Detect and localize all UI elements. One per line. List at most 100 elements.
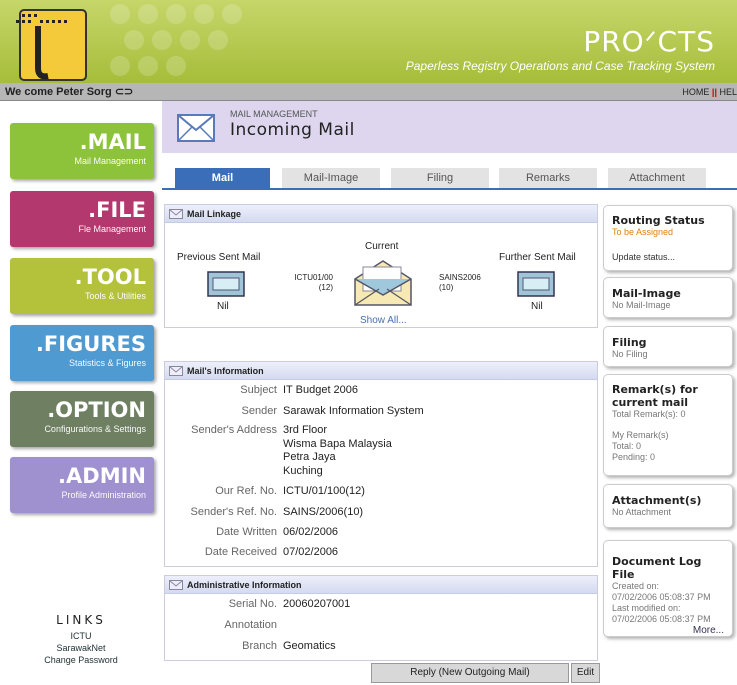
administrative-information-title: Administrative Information [187,580,302,590]
page-title-bar: MAIL MANAGEMENT Incoming Mail [162,101,737,153]
mail-information-title: Mail's Information [187,366,264,376]
date-received-value: 07/02/2006 [283,546,339,558]
tab-mail-image[interactable]: Mail-Image [282,168,380,188]
sender-address-value: 3rd Floor Wisma Bapa Malaysia Petra Jaya… [283,424,392,477]
document-log-title: Document Log File [612,555,702,581]
mail-linkage-header: Mail Linkage [165,205,597,223]
mail-information-panel: Mail's Information Subject IT Budget 200… [164,361,598,567]
welcome-bar: We come Peter Sorg ⊂⊃ HOME || HEL [0,83,737,101]
module-figures[interactable]: .FIGURES Statistics & Figures [10,325,154,381]
tab-mail[interactable]: Mail [175,168,270,188]
tab-underline [162,188,737,190]
module-file[interactable]: .FILE Fle Management [10,191,154,247]
attachments-sub: No Attachment [612,507,672,517]
attachments-box[interactable]: Attachment(s) No Attachment [603,484,733,528]
sender-ref-label: Sender's Ref. No. [190,506,277,518]
mail-image-box[interactable]: Mail-Image No Mail-Image [603,277,733,318]
link-ictu[interactable]: ICTU [0,630,162,642]
routing-status-title: Routing Status [612,214,705,227]
link-sarawaknet[interactable]: SarawakNet [0,642,162,654]
link-change-password[interactable]: Change Password [0,654,162,666]
subject-value: IT Budget 2006 [283,384,359,396]
serial-no-value: 20060207001 [283,598,351,610]
module-admin-label: .ADMIN [58,464,146,488]
sidebar: .MAIL Mail Management .FILE Fle Manageme… [0,101,162,685]
envelope-small-icon [169,209,183,219]
update-status-link[interactable]: Update status... [612,252,724,263]
log-more-link[interactable]: More... [612,625,724,636]
link-separator: || [711,87,717,97]
module-tool-sub: Tools & Utilities [84,291,146,301]
header-dot-pattern [110,4,242,76]
log-created-label: Created on: [612,581,660,591]
previous-sent-mail-label: Previous Sent Mail [177,252,261,263]
mail-information-header: Mail's Information [165,362,597,380]
sender-label: Sender [241,405,277,417]
module-tool[interactable]: .TOOL Tools & Utilities [10,258,154,314]
module-figures-label: .FIGURES [35,332,146,356]
date-written-label: Date Written [216,526,277,538]
ref-left: ICTU01/00 (12) [294,273,333,292]
filing-title: Filing [612,336,647,349]
module-tool-label: .TOOL [74,265,146,289]
home-link[interactable]: HOME [682,87,709,97]
module-file-sub: Fle Management [78,224,146,234]
tab-bar: Mail Mail-Image Filing Remarks Attachmen… [175,168,730,188]
log-modified-label: Last modified on: [612,603,681,613]
previous-mail-icon[interactable] [207,271,245,297]
attachments-title: Attachment(s) [612,494,702,507]
mail-linkage-panel: Mail Linkage Previous Sent Mail Nil ICTU… [164,204,598,328]
module-admin-sub: Profile Administration [61,490,146,500]
filing-sub: No Filing [612,349,648,359]
module-file-label: .FILE [88,198,146,222]
branch-value: Geomatics [283,640,336,652]
brand-name: PROᐟCTS [583,25,715,58]
mail-image-sub: No Mail-Image [612,300,671,310]
envelope-small-icon [169,366,183,376]
date-received-label: Date Received [204,546,277,558]
mail-image-title: Mail-Image [612,287,681,300]
page-title: Incoming Mail [230,120,355,140]
my-remarks-label: My Remark(s) [612,430,669,440]
module-admin[interactable]: .ADMIN Profile Administration [10,457,154,513]
administrative-information-header: Administrative Information [165,576,597,594]
previous-mail-value: Nil [217,301,229,312]
brand-tagline: Paperless Registry Operations and Case T… [405,59,715,73]
current-mail-label: Current [365,241,399,252]
branch-label: Branch [242,640,277,652]
further-mail-icon[interactable] [517,271,555,297]
mail-envelope-icon [177,114,215,142]
module-figures-sub: Statistics & Figures [68,358,146,368]
current-mail-icon[interactable] [351,257,415,309]
module-mail[interactable]: .MAIL Mail Management [10,123,154,179]
routing-status-value: To be Assigned [612,227,674,237]
our-ref-value: ICTU/01/100(12) [283,485,365,497]
help-link[interactable]: HEL [719,87,737,97]
routing-status-box: Routing Status To be Assigned Update sta… [603,205,733,271]
sender-ref-value: SAINS/2006(10) [283,506,364,518]
welcome-text: We come Peter Sorg ⊂⊃ [5,86,134,98]
mail-linkage-title: Mail Linkage [187,209,242,219]
remarks-box[interactable]: Remark(s) for current mail Total Remark(… [603,374,733,476]
administrative-information-panel: Administrative Information Serial No. 20… [164,575,598,661]
remarks-title: Remark(s) for current mail [612,383,698,409]
links-section: LINKS ICTU SarawakNet Change Password [0,613,162,666]
tab-filing[interactable]: Filing [391,168,489,188]
our-ref-label: Our Ref. No. [215,485,277,497]
module-option[interactable]: .OPTION Configurations & Settings [10,391,154,447]
reply-button[interactable]: Reply (New Outgoing Mail) [371,663,569,683]
serial-no-label: Serial No. [228,598,277,610]
tab-remarks[interactable]: Remarks [499,168,597,188]
log-created-value: 07/02/2006 05:08:37 PM [612,592,711,602]
edit-button[interactable]: Edit [571,663,600,683]
envelope-small-icon [169,580,183,590]
filing-box[interactable]: Filing No Filing [603,326,733,367]
annotation-label: Annotation [224,619,277,631]
tab-attachment[interactable]: Attachment [608,168,706,188]
date-written-value: 06/02/2006 [283,526,339,538]
module-option-sub: Configurations & Settings [44,424,146,434]
remarks-total: Total Remark(s): 0 [612,409,686,419]
show-all-link[interactable]: Show All... [360,315,407,326]
links-title: LINKS [56,613,106,627]
further-sent-mail-label: Further Sent Mail [499,252,576,263]
